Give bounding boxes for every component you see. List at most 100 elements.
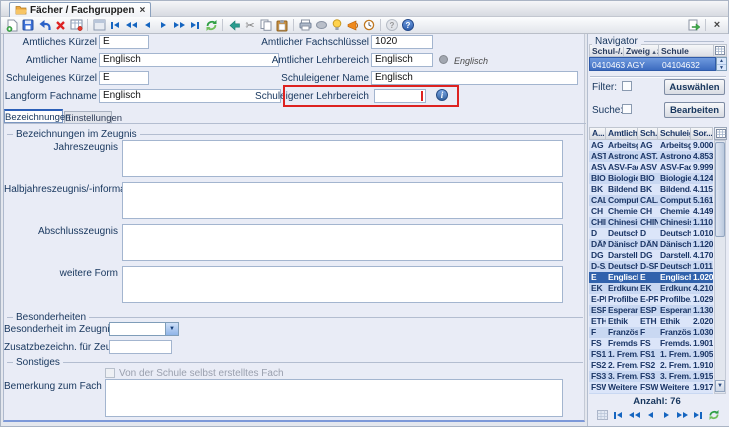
paste-icon[interactable] — [274, 18, 290, 33]
copy-icon[interactable] — [258, 18, 274, 33]
amtliches-kuerzel-label: Amtliches Kürzel — [4, 37, 97, 49]
table-row[interactable]: DDeutschDDeutsch1.010 — [589, 228, 713, 239]
table-row[interactable]: BKBildend...BKBildend...4.115 — [589, 184, 713, 195]
table-row[interactable]: G...Geschic...G...Geschic...4.205 — [589, 393, 713, 394]
tab-faecher-fachgruppen[interactable]: Fächer / Fachgruppen × — [9, 2, 151, 17]
table-row[interactable]: EEnglischEEnglisch1.020 — [589, 272, 713, 283]
next-page-icon[interactable] — [171, 18, 187, 33]
cut-icon[interactable]: ✂ — [242, 18, 258, 33]
schuleigenes-kuerzel-input[interactable]: E — [99, 71, 149, 85]
table-row[interactable]: CHINChinesis...CHINChinesis...1.110 — [589, 217, 713, 228]
bemerkung-textarea[interactable] — [105, 379, 563, 417]
table-row[interactable]: FSWWeitere ...FSWWeitere ...1.917 — [589, 382, 713, 393]
main-toolbar: ✂ ? ? × — [1, 17, 728, 34]
first-record-icon[interactable] — [107, 18, 123, 33]
col-kuerzel[interactable]: A...▲ — [589, 127, 606, 140]
grid-view-icon[interactable] — [595, 408, 610, 422]
form-view-icon[interactable] — [91, 18, 107, 33]
amtlicher-name-label: Amtlicher Name — [4, 55, 97, 67]
close-panel-icon[interactable]: × — [709, 18, 725, 33]
amtlicher-lehrbereich-input[interactable]: Englisch — [371, 53, 433, 67]
dropdown-arrow-icon[interactable]: ▼ — [165, 323, 178, 335]
prev-record-icon[interactable] — [139, 18, 155, 33]
besonderheit-dropdown[interactable]: ▼ — [109, 322, 179, 336]
selbst-erstelltes-fach-checkbox[interactable] — [105, 368, 115, 378]
abschlusszeugnis-textarea[interactable] — [122, 224, 563, 261]
auswaehlen-button[interactable]: Auswählen — [664, 79, 725, 95]
nav-refresh-icon[interactable] — [707, 408, 722, 422]
amtliches-kuerzel-input[interactable]: E — [99, 35, 149, 49]
bearbeiten-button[interactable]: Bearbeiten — [664, 102, 725, 118]
table-row[interactable]: DÄNDänischDÄNDänisch1.120 — [589, 239, 713, 250]
table-row[interactable]: FS11. Frem...FS11. Frem...1.905 — [589, 349, 713, 360]
nav-next-page-icon[interactable] — [675, 408, 690, 422]
table-row[interactable]: AGArbeitsg...AGArbeitsg...9.000 — [589, 140, 713, 151]
tab-close-icon[interactable]: × — [139, 5, 145, 16]
help-icon[interactable]: ? — [400, 18, 416, 33]
lehrbereich-status-icon — [439, 55, 448, 64]
table-scrollbar[interactable]: ▼ — [714, 140, 726, 394]
school-row-spinner[interactable]: ▲▼ — [716, 57, 727, 71]
table-row[interactable]: EKErdkundeEKErdkunde4.210 — [589, 283, 713, 294]
col-sch[interactable]: Sch... — [638, 127, 658, 140]
col-schuleig[interactable]: Schuleig... — [658, 127, 691, 140]
announce-icon[interactable] — [345, 18, 361, 33]
jahreszeugnis-textarea[interactable] — [122, 140, 563, 177]
highlight-box — [283, 85, 459, 107]
filter-checkbox[interactable] — [622, 81, 632, 91]
scrollbar-thumb[interactable] — [715, 142, 725, 237]
history-icon[interactable] — [361, 18, 377, 33]
new-record-icon[interactable] — [4, 18, 20, 33]
zusatzbezeichnung-input[interactable] — [109, 340, 172, 354]
spinner-up-icon: ▲ — [717, 58, 726, 65]
scroll-down-icon[interactable]: ▼ — [715, 380, 725, 392]
table-row[interactable]: CAL...Comput...CAL...Comput...5.161 — [589, 195, 713, 206]
table-row[interactable]: D-S...Deutsch...D-SPUDeutsch...1.011 — [589, 261, 713, 272]
nav-last-icon[interactable] — [691, 408, 706, 422]
next-record-icon[interactable] — [155, 18, 171, 33]
sonstiges-group-title: Sonstiges — [13, 357, 63, 368]
preview-icon[interactable] — [313, 18, 329, 33]
print-icon[interactable] — [297, 18, 313, 33]
weitere-form-textarea[interactable] — [122, 266, 563, 303]
back-icon[interactable] — [226, 18, 242, 33]
school-row[interactable]: 04104632 AGY 04104632 — [589, 57, 716, 71]
tab-bezeichnungen[interactable]: Bezeichnungen — [4, 109, 63, 123]
nav-first-icon[interactable] — [611, 408, 626, 422]
halbjahreszeugnis-textarea[interactable] — [122, 182, 563, 219]
suche-checkbox[interactable] — [622, 104, 632, 114]
schuleigener-name-input[interactable]: Englisch — [371, 71, 578, 85]
table-row[interactable]: ASVASV-FachASVASV-Fach9.999 — [589, 162, 713, 173]
hint-icon[interactable] — [329, 18, 345, 33]
table-row[interactable]: DGDarstell...DGDarstell...4.170 — [589, 250, 713, 261]
nav-prev-icon[interactable] — [643, 408, 658, 422]
col-amtliche[interactable]: Amtliche... — [606, 127, 638, 140]
undo-icon[interactable] — [36, 18, 52, 33]
table-edit-icon[interactable] — [68, 18, 84, 33]
table-row[interactable]: FS33. Frem...FS33. Frem...1.915 — [589, 371, 713, 382]
col-sort[interactable]: Sor... — [691, 127, 713, 140]
school-col-schule[interactable]: Schule — [659, 44, 714, 57]
table-row[interactable]: AST...Astrono...AST...Astrono...4.853 — [589, 151, 713, 162]
refresh-icon[interactable] — [203, 18, 219, 33]
nav-next-icon[interactable] — [659, 408, 674, 422]
table-row[interactable]: FFranzösi...FFranzösi...1.030 — [589, 327, 713, 338]
prev-page-icon[interactable] — [123, 18, 139, 33]
save-icon[interactable] — [20, 18, 36, 33]
last-record-icon[interactable] — [187, 18, 203, 33]
table-row[interactable]: CHChemieCHChemie4.149 — [589, 206, 713, 217]
table-row[interactable]: E-PRProfilbe...E-PRProfilbe...1.029 — [589, 294, 713, 305]
table-row[interactable]: BIOBiologieBIOBiologie4.124 — [589, 173, 713, 184]
amtlicher-lehrbereich-label: Amtlicher Lehrbereich — [232, 55, 369, 67]
table-row[interactable]: ETHEthikETHEthik2.020 — [589, 316, 713, 327]
school-grid-icon[interactable] — [714, 44, 727, 57]
delete-icon[interactable] — [52, 18, 68, 33]
detach-panel-icon[interactable] — [686, 18, 702, 33]
amtlicher-fachschluessel-input[interactable]: 1020 — [371, 35, 433, 49]
context-help-icon[interactable]: ? — [384, 18, 400, 33]
table-row[interactable]: FSFremds...FSFremds...1.901 — [589, 338, 713, 349]
table-row[interactable]: FS22. Frem...FS22. Frem...1.910 — [589, 360, 713, 371]
table-grid-icon[interactable] — [714, 127, 727, 140]
table-row[interactable]: ESPEsperantoESPEsperanto1.130 — [589, 305, 713, 316]
nav-prev-page-icon[interactable] — [627, 408, 642, 422]
